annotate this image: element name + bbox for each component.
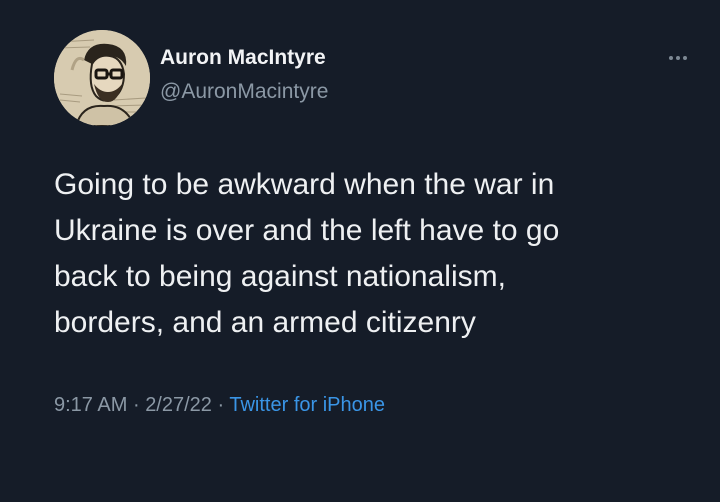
more-horizontal-icon[interactable] xyxy=(660,48,696,68)
tweet-time[interactable]: 9:17 AM xyxy=(54,394,127,416)
dot-icon xyxy=(676,56,680,60)
tweet-text-line: Ukraine is over and the left have to go xyxy=(54,214,560,247)
avatar-illustration xyxy=(54,30,150,126)
author-handle[interactable]: @AuronMacintyre xyxy=(160,80,328,104)
tweet-text-line: back to being against nationalism, xyxy=(54,260,506,293)
dot-icon xyxy=(669,56,673,60)
tweet-card: Auron MacIntyre @AuronMacintyre Going to… xyxy=(0,0,720,502)
tweet-text-line: Going to be awkward when the war in xyxy=(54,168,555,201)
tweet-date[interactable]: 2/27/22 xyxy=(145,394,212,416)
tweet-text-line: borders, and an armed citizenry xyxy=(54,306,476,339)
tweet-text: Going to be awkward when the war in Ukra… xyxy=(54,162,694,346)
tweet-source-link[interactable]: Twitter for iPhone xyxy=(229,394,385,416)
separator: · xyxy=(217,394,225,416)
avatar[interactable] xyxy=(54,30,150,126)
separator: · xyxy=(132,394,140,416)
author-name[interactable]: Auron MacIntyre xyxy=(160,46,326,70)
dot-icon xyxy=(683,56,687,60)
tweet-metadata: 9:17 AM · 2/27/22 · Twitter for iPhone xyxy=(54,394,385,417)
